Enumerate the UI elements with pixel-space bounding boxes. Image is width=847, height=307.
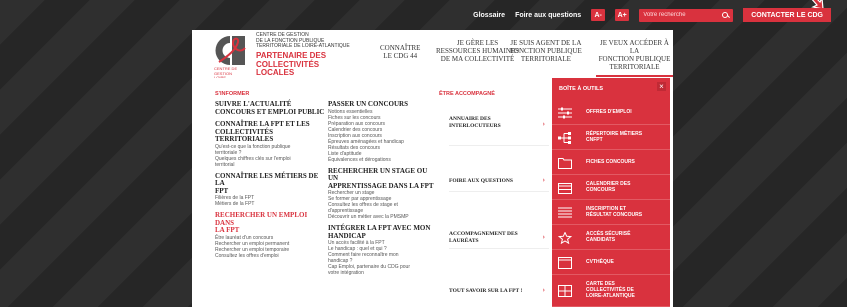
nav-je-veux-acceder[interactable]: JE VEUX ACCÉDER À LA FONCTION PUBLIQUE T… <box>596 39 673 77</box>
menu-link[interactable]: Cap Emploi, partenaire du CDG pour votre … <box>328 264 438 276</box>
chevron-right-icon: › <box>542 233 545 241</box>
search-input[interactable] <box>643 12 714 18</box>
chevron-right-icon: › <box>542 286 545 294</box>
faq-link[interactable]: Foire aux questions <box>515 12 581 19</box>
tool-cvtheque[interactable]: CVTHÈQUE <box>552 250 670 275</box>
tool-fiches-concours[interactable]: FICHES CONCOURS <box>552 150 670 175</box>
accomp-item-laureats[interactable]: ACCOMPAGNEMENT DES LAURÉATS › <box>449 231 549 249</box>
chevron-right-icon: › <box>542 120 545 128</box>
book-icon <box>558 256 572 269</box>
menu-link[interactable]: Découvrir un métier avec la PMSMP <box>328 214 438 220</box>
menu-column-2: PASSER UN CONCOURS Notions essentielles … <box>328 100 438 281</box>
font-increase-button[interactable]: A+ <box>615 9 630 21</box>
tool-acces-securise[interactable]: ACCÈS SÉCURISÉ CANDIDATS <box>552 225 670 250</box>
tool-calendrier-concours[interactable]: CALENDRIER DES CONCOURS <box>552 175 670 200</box>
menu-section-title[interactable]: CONNAÎTRE LA FPT ET LES COLLECTIVITÉS TER… <box>215 120 327 144</box>
menu-section-title[interactable]: CONNAÎTRE LES MÉTIERS DE LA FPT <box>215 172 327 196</box>
utility-bar: Glossaire Foire aux questions A- A+ CONT… <box>0 0 847 30</box>
accomp-heading: ÊTRE ACCOMPAGNÉ <box>439 91 495 97</box>
list-icon <box>558 207 572 217</box>
folder-icon <box>558 157 572 169</box>
org-tagline: PARTENAIRE DES COLLECTIVITÉS LOCALES <box>256 51 327 77</box>
search-box <box>639 8 734 22</box>
accomp-item-annuaire[interactable]: ANNUAIRE DES INTERLOCUTEURS › <box>449 116 549 146</box>
org-chart-icon <box>558 131 571 144</box>
menu-link[interactable]: Consultez les offres d'emploi <box>215 253 327 259</box>
toolbox-panel: BOÎTE À OUTILS × OFFRES D'EMPLOI RÉPERTO… <box>552 78 670 307</box>
tool-carte-collectivites[interactable]: CARTE DES COLLECTIVITÉS DE LOIRE-ATLANTIQU… <box>552 275 670 307</box>
menu-section-title[interactable]: INTÉGRER LA FPT AVEC MON HANDICAP <box>328 224 438 240</box>
menu-link[interactable]: Comment faire reconnaître mon handicap ? <box>328 252 438 264</box>
chevron-right-icon: › <box>542 176 545 184</box>
inform-heading: S'INFORMER <box>215 91 250 97</box>
glossary-link[interactable]: Glossaire <box>473 12 505 19</box>
menu-section-title-active[interactable]: RECHERCHER UN EMPLOI DANS LA FPT <box>215 211 327 235</box>
search-icon[interactable] <box>722 11 729 18</box>
tool-repertoire-metiers[interactable]: RÉPERTOIRE MÉTIERS CNFPT <box>552 125 670 150</box>
toolbox-heading: BOÎTE À OUTILS <box>559 86 603 92</box>
menu-section-title[interactable]: PASSER UN CONCOURS <box>328 100 438 109</box>
close-icon[interactable]: × <box>657 82 666 91</box>
menu-section-title[interactable]: SUIVRE L'ACTUALITÉ CONCOURS ET EMPLOI PUB… <box>215 100 327 116</box>
cdg-logo[interactable] <box>214 34 247 67</box>
font-decrease-button[interactable]: A- <box>591 9 606 21</box>
nav-connaitre[interactable]: CONNAÎTRE LE CDG 44 <box>380 44 420 60</box>
accomp-item-faq[interactable]: FOIRE AUX QUESTIONS › <box>449 176 549 192</box>
site-header: CENTRE DE GESTION LOIRE-ATLANTIQUE CENTR… <box>192 30 673 84</box>
calendar-icon <box>558 182 572 194</box>
menu-link[interactable]: Qu'est-ce que la fonction publique territ… <box>215 144 327 156</box>
menu-link[interactable]: Quelques chiffres clés sur l'emploi terri… <box>215 156 327 168</box>
menu-link[interactable]: Consultez les offres de stage et d'appren… <box>328 202 438 214</box>
tool-inscription-resultat[interactable]: INSCRIPTION ET RÉSULTAT CONCOURS <box>552 200 670 225</box>
tool-offres-emploi[interactable]: OFFRES D'EMPLOI <box>552 100 670 125</box>
contact-button[interactable]: CONTACTER LE CDG <box>743 8 831 22</box>
menu-link[interactable]: Équivalences et dérogations <box>328 157 438 163</box>
nav-je-suis-agent[interactable]: JE SUIS AGENT DE LA FONCTION PUBLIQUE TE… <box>510 39 582 63</box>
map-icon <box>558 285 572 297</box>
nav-je-gere[interactable]: JE GÈRE LES RESSOURCES HUMAINES DE MA CO… <box>436 39 519 63</box>
accomp-item-tout-savoir[interactable]: TOUT SAVOIR SUR LA FPT ! › <box>449 286 549 300</box>
menu-column-1: SUIVRE L'ACTUALITÉ CONCOURS ET EMPLOI PUB… <box>215 100 327 264</box>
org-name: CENTRE DE GESTION DE LA FONCTION PUBLIQU… <box>256 32 350 49</box>
sliders-icon <box>558 107 572 118</box>
menu-link[interactable]: Métiers de la FPT <box>215 201 327 207</box>
star-icon <box>558 231 572 244</box>
menu-section-title[interactable]: RECHERCHER UN STAGE OU UN APPRENTISSAGE D… <box>328 167 438 191</box>
